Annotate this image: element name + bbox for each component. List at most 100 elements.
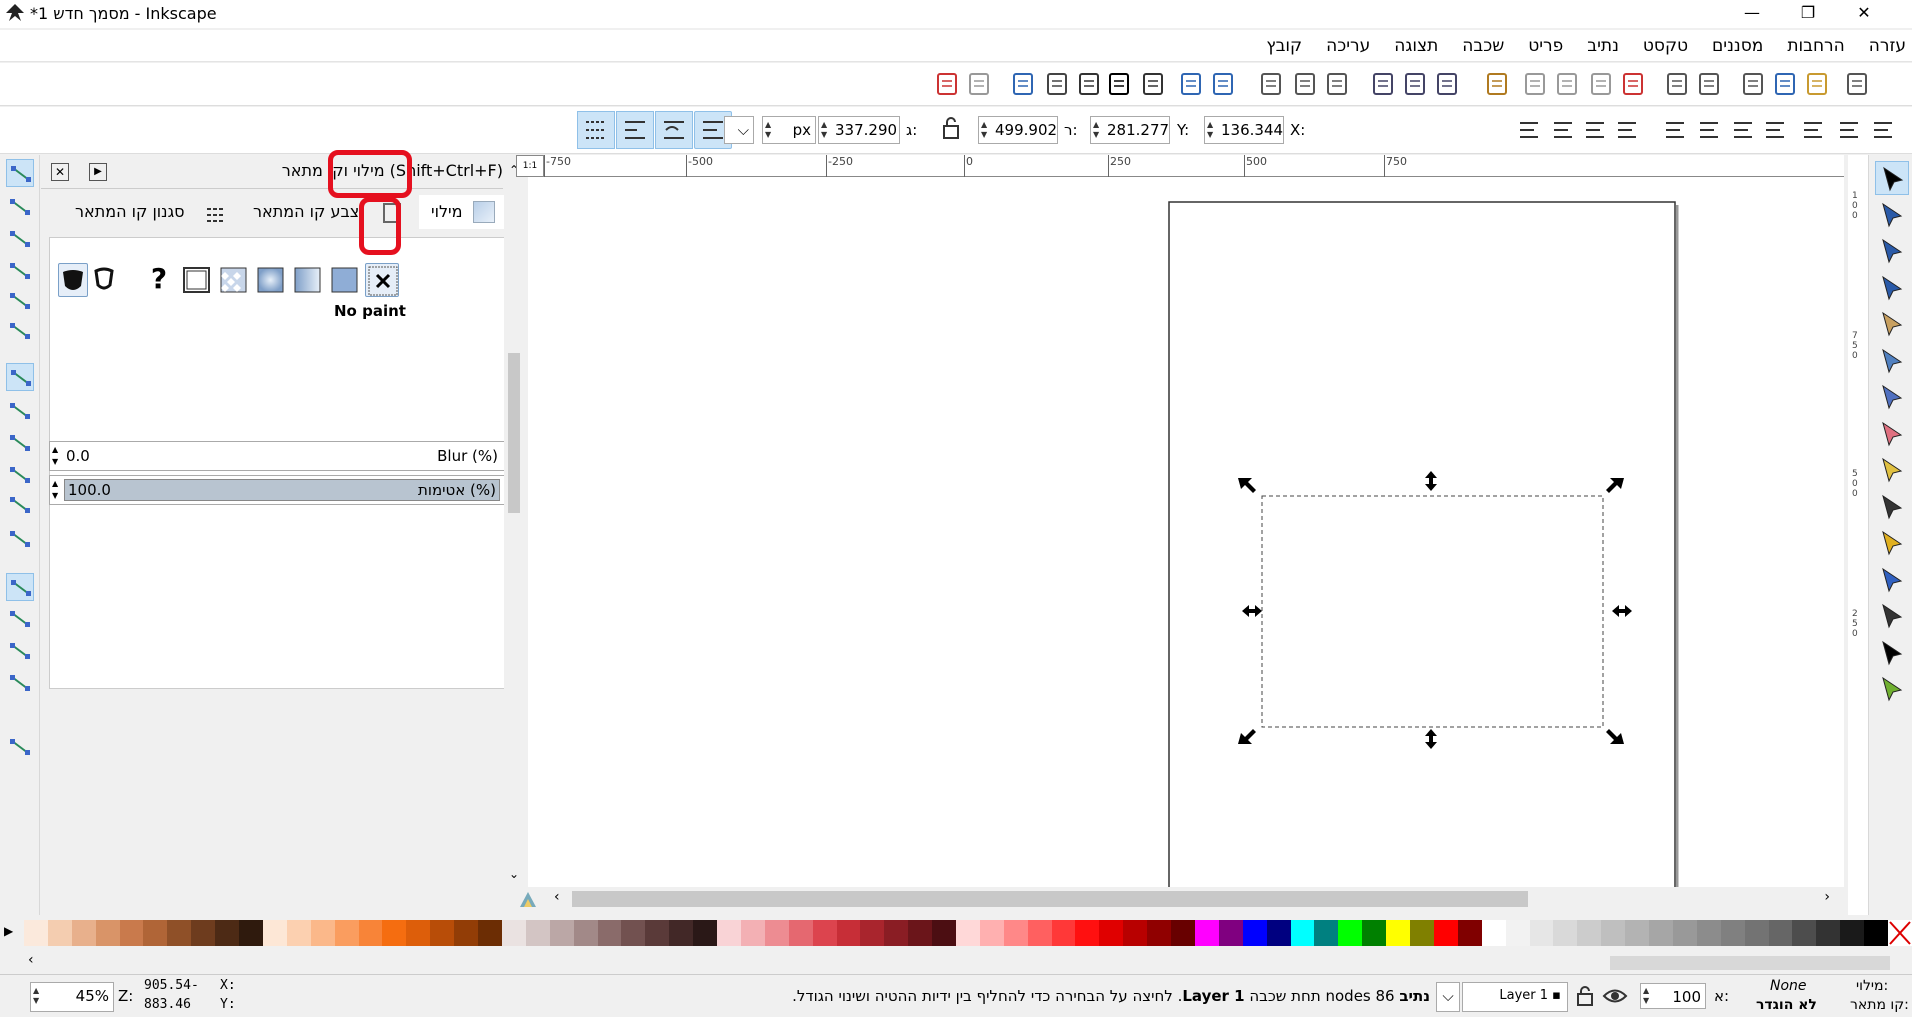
import-icon[interactable] bbox=[1694, 69, 1724, 99]
stroke-indicator-value[interactable]: לא הוגדר bbox=[1756, 997, 1817, 1013]
raise-icon[interactable] bbox=[1580, 115, 1610, 145]
canvas-horizontal-scrollbar[interactable]: ‹ › bbox=[544, 887, 1844, 911]
palette-swatch[interactable] bbox=[478, 920, 503, 946]
palette-swatch[interactable] bbox=[167, 920, 192, 946]
zoom-selection-icon[interactable] bbox=[1432, 69, 1462, 99]
transform-gradient-toggle[interactable] bbox=[616, 111, 654, 149]
tweak-tool-icon[interactable] bbox=[1875, 234, 1909, 268]
palette-swatch[interactable] bbox=[717, 920, 742, 946]
palette-swatch[interactable] bbox=[549, 920, 575, 946]
snap-rotation-center-icon[interactable] bbox=[6, 637, 34, 665]
flip-v-icon[interactable] bbox=[1660, 115, 1690, 145]
palette-swatch[interactable] bbox=[573, 920, 599, 946]
spray-tool-icon[interactable] bbox=[1875, 672, 1909, 706]
snap-path-icon[interactable] bbox=[6, 397, 34, 425]
palette-swatch[interactable] bbox=[382, 920, 407, 946]
menu-item[interactable]: קובץ bbox=[1266, 36, 1302, 56]
unknown-paint-button[interactable]: ? bbox=[142, 263, 176, 297]
palette-swatch[interactable] bbox=[406, 920, 431, 946]
radial-gradient-button[interactable] bbox=[254, 263, 288, 297]
snap-nodes-icon[interactable] bbox=[6, 363, 34, 391]
tab-stroke-style[interactable]: סגנון קו המתאר bbox=[75, 195, 235, 229]
palette-swatch[interactable] bbox=[1457, 920, 1483, 946]
zoom-page-icon[interactable] bbox=[1368, 69, 1398, 99]
palette-swatch[interactable] bbox=[1720, 920, 1746, 946]
clone-icon[interactable] bbox=[1290, 69, 1320, 99]
menu-item[interactable]: תצוגה bbox=[1394, 36, 1438, 56]
text-dialog-icon[interactable] bbox=[1104, 69, 1134, 99]
palette-swatch[interactable] bbox=[1338, 920, 1363, 946]
palette-swatch[interactable] bbox=[119, 920, 144, 946]
palette-swatch[interactable] bbox=[1529, 920, 1554, 946]
snap-center-icon[interactable] bbox=[6, 605, 34, 633]
group-icon[interactable] bbox=[1208, 69, 1238, 99]
palette-swatch[interactable] bbox=[812, 920, 837, 946]
ungroup-icon[interactable] bbox=[1176, 69, 1206, 99]
canvas-drawing[interactable] bbox=[544, 177, 1844, 887]
palette-swatch[interactable] bbox=[693, 920, 718, 946]
palette-swatch[interactable] bbox=[1505, 920, 1531, 946]
tab-fill[interactable]: מילוי bbox=[419, 195, 505, 229]
palette-swatch[interactable] bbox=[1027, 920, 1053, 946]
copy-icon[interactable] bbox=[1552, 69, 1582, 99]
cut-icon[interactable] bbox=[1520, 69, 1550, 99]
menu-item[interactable]: עריכה bbox=[1326, 36, 1370, 56]
unset-paint-button[interactable] bbox=[58, 263, 88, 297]
snap-page-icon[interactable] bbox=[6, 733, 34, 761]
palette-swatch[interactable] bbox=[454, 920, 479, 946]
palette-swatch[interactable] bbox=[239, 920, 264, 946]
menu-item[interactable]: טקסט bbox=[1643, 36, 1688, 56]
3d-box-tool-icon[interactable] bbox=[1875, 380, 1909, 414]
palette-swatch[interactable] bbox=[1147, 920, 1172, 946]
duplicate-icon[interactable] bbox=[1322, 69, 1352, 99]
palette-swatch[interactable] bbox=[979, 920, 1005, 946]
unit-dropdown-arrow[interactable]: ⌵ bbox=[724, 116, 754, 144]
zoom-1to1-icon[interactable]: 1:1 bbox=[516, 155, 544, 177]
palette-swatch[interactable] bbox=[645, 920, 670, 946]
palette-swatch[interactable] bbox=[1864, 920, 1889, 946]
canvas[interactable] bbox=[544, 177, 1844, 887]
palette-swatch[interactable] bbox=[1266, 920, 1292, 946]
snap-bbox-midpoint-icon[interactable] bbox=[6, 287, 34, 315]
width-field[interactable]: ▲ ▼ 499.902 bbox=[978, 116, 1058, 144]
fill-stroke-dialog-icon[interactable] bbox=[1138, 69, 1168, 99]
export-icon[interactable] bbox=[1662, 69, 1692, 99]
palette-swatch[interactable] bbox=[358, 920, 383, 946]
pattern-paint-button[interactable] bbox=[217, 263, 251, 297]
palette-swatch[interactable] bbox=[310, 920, 336, 946]
menu-item[interactable]: שכבה bbox=[1462, 36, 1504, 56]
palette-swatch[interactable] bbox=[334, 920, 360, 946]
x-field[interactable]: ▲ ▼ 136.344 bbox=[1204, 116, 1284, 144]
palette-swatch[interactable] bbox=[1672, 920, 1698, 946]
palette-swatch[interactable] bbox=[1553, 920, 1578, 946]
palette-swatch[interactable] bbox=[47, 920, 73, 946]
menu-item[interactable]: מסננים bbox=[1712, 36, 1763, 56]
palette-swatch[interactable] bbox=[884, 920, 909, 946]
palette-swatch[interactable] bbox=[1362, 920, 1387, 946]
rect-tool-icon[interactable] bbox=[1875, 344, 1909, 378]
palette-swatch[interactable] bbox=[143, 920, 168, 946]
palette-swatch[interactable] bbox=[262, 920, 288, 946]
menu-item[interactable]: פריט bbox=[1528, 36, 1563, 56]
palette-swatch[interactable] bbox=[1123, 920, 1148, 946]
palette-swatch[interactable] bbox=[71, 920, 97, 946]
pencil-tool-icon[interactable] bbox=[1875, 526, 1909, 560]
undo-icon[interactable] bbox=[1618, 69, 1648, 99]
layer-lock-icon[interactable] bbox=[1576, 985, 1594, 1011]
ellipse-tool-icon[interactable] bbox=[1875, 417, 1909, 451]
palette-menu-icon[interactable]: ▶ bbox=[4, 924, 13, 938]
lock-icon[interactable] bbox=[940, 115, 962, 145]
palette-swatch[interactable] bbox=[1649, 920, 1674, 946]
palette-swatch[interactable] bbox=[1768, 920, 1793, 946]
palette-swatch[interactable] bbox=[1433, 920, 1459, 946]
doc-properties-icon[interactable] bbox=[932, 69, 962, 99]
status-opacity-field[interactable]: ▲ ▼ 100 bbox=[1640, 983, 1706, 1009]
layer-dropdown-arrow[interactable]: ⌵ bbox=[1436, 982, 1460, 1012]
zoom-tool-icon[interactable] bbox=[1875, 271, 1909, 305]
flat-color-button[interactable] bbox=[328, 263, 362, 297]
fill-indicator-value[interactable]: None bbox=[1770, 978, 1807, 994]
swatch-paint-button[interactable] bbox=[180, 263, 214, 297]
palette-swatch[interactable] bbox=[1481, 920, 1507, 946]
snap-bbox-corner-icon[interactable] bbox=[6, 257, 34, 285]
layer-select[interactable]: Layer 1 ▪ bbox=[1462, 982, 1568, 1012]
